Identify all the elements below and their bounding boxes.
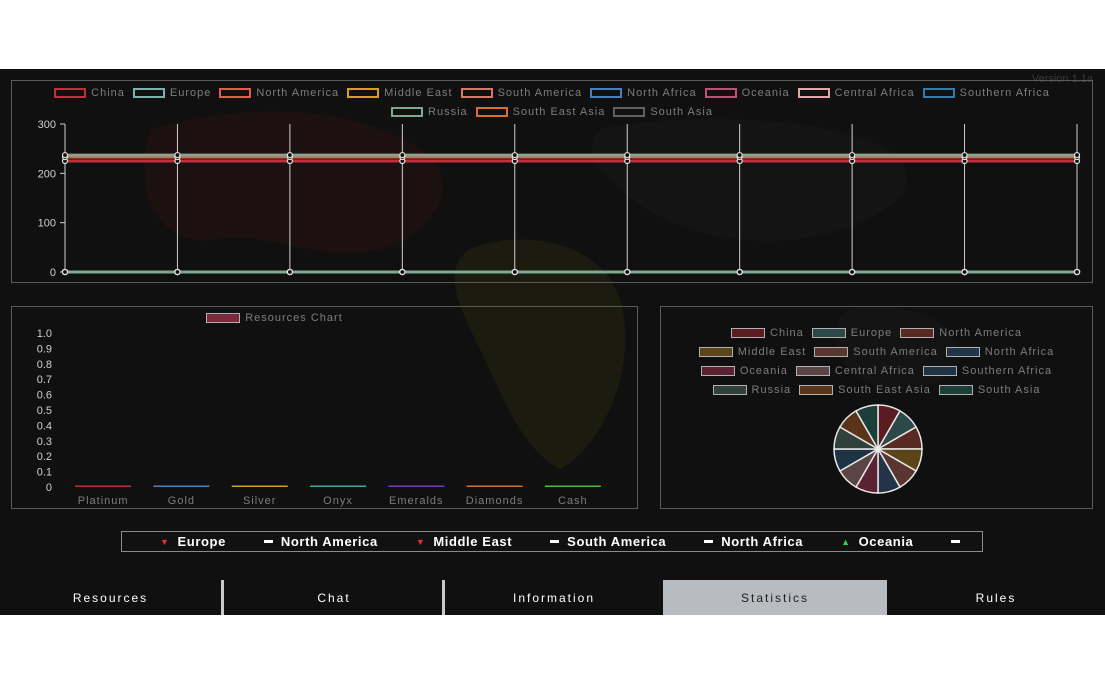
data-point-south-asia — [1073, 268, 1081, 276]
data-point-russia — [961, 151, 968, 159]
bar-silver — [231, 485, 288, 487]
y-tick-label: 0 — [46, 482, 52, 494]
data-point-russia — [511, 151, 518, 159]
bar-platinum — [75, 485, 132, 487]
y-tick-label: 0.7 — [37, 374, 52, 386]
data-point-south-asia — [286, 268, 293, 276]
ticker-item-europe: ▼ Europe — [160, 534, 226, 549]
line-chart: 0 100 200 300 — [38, 119, 1081, 279]
data-point-russia — [399, 151, 406, 159]
bar-cash — [544, 485, 601, 487]
y-tick-label: 100 — [38, 218, 56, 230]
tab-rules[interactable]: Rules — [887, 580, 1105, 615]
trend-flat-icon — [704, 540, 714, 543]
trend-up-icon: ▲ — [841, 536, 851, 547]
data-point-russia — [849, 151, 856, 159]
ticker-label: South America — [567, 534, 667, 549]
y-tick-label: 0 — [50, 267, 56, 279]
category-label: Platinum — [78, 495, 129, 507]
data-point-russia — [286, 151, 293, 159]
ticker-item-south-america: South America — [550, 534, 666, 549]
y-tick-label: 0.8 — [37, 359, 52, 371]
y-tick-label: 0.1 — [37, 467, 52, 479]
tab-statistics[interactable]: Statistics — [663, 580, 887, 615]
ticker-item-middle-east: ▼ Middle East — [416, 534, 512, 549]
line-chart-panel: China Europe North America Middle East South… — [11, 80, 1093, 283]
y-tick-label: 300 — [38, 119, 56, 131]
y-tick-label: 0.5 — [37, 405, 52, 417]
trend-down-icon: ▼ — [415, 536, 426, 547]
trend-flat-icon — [550, 540, 560, 543]
tab-divider — [442, 580, 445, 615]
trend-flat-icon — [263, 540, 273, 543]
pie-chart — [833, 404, 923, 494]
category-label: Gold — [168, 495, 195, 507]
data-point-south-asia — [849, 268, 856, 276]
bar-onyx — [310, 485, 366, 487]
ticker-label: Middle East — [433, 534, 513, 549]
y-tick-label: 0.3 — [37, 436, 52, 448]
ticker-item-blank — [951, 540, 968, 543]
data-point-south-asia — [174, 268, 181, 276]
data-point-russia — [61, 151, 69, 159]
ticker-item-north-africa: North Africa — [704, 534, 803, 549]
tab-chat[interactable]: Chat — [224, 580, 444, 615]
bar-chart-panel: Resources Chart 0 0.1 0.2 0.3 0.4 0.5 0.6 0.7 0.… — [11, 306, 638, 509]
data-point-south-asia — [61, 268, 69, 276]
data-point-russia — [736, 151, 743, 159]
category-label: Onyx — [323, 495, 353, 507]
bar-chart: 0 0.1 0.2 0.3 0.4 0.5 0.6 0.7 0.8 0.9 1.0 Platinum G… — [37, 328, 601, 507]
data-point-south-asia — [511, 268, 518, 276]
bar-emeralds — [388, 485, 445, 487]
ticker-item-north-america: North America — [263, 534, 378, 549]
data-point-south-asia — [624, 268, 631, 276]
tab-divider — [221, 580, 224, 615]
ticker-label: North America — [280, 534, 378, 549]
pie-chart-panel: China Europe North AmericaMiddle East South… — [660, 306, 1093, 509]
data-point-russia — [174, 151, 181, 159]
market-ticker: ▼ Europe North America ▼ Middle East South Am… — [121, 531, 983, 552]
category-label: Emeralds — [389, 495, 443, 507]
y-tick-label: 200 — [38, 168, 56, 180]
data-point-south-asia — [399, 268, 406, 276]
ticker-label: Oceania — [858, 534, 914, 549]
data-point-south-asia — [961, 268, 968, 276]
y-tick-label: 0.2 — [37, 451, 52, 463]
category-label: Cash — [558, 495, 588, 507]
data-point-south-asia — [736, 268, 743, 276]
tab-resources[interactable]: Resources — [0, 580, 221, 615]
y-tick-label: 0.4 — [37, 420, 52, 432]
category-label: Silver — [243, 495, 277, 507]
trend-flat-icon — [951, 540, 961, 543]
data-point-russia — [624, 151, 631, 159]
y-tick-label: 1.0 — [37, 328, 52, 340]
y-tick-label: 0.6 — [37, 390, 52, 402]
ticker-label: North Africa — [721, 534, 804, 549]
bar-gold — [153, 485, 210, 487]
y-tick-label: 0.9 — [37, 343, 52, 355]
ticker-label: Europe — [177, 534, 226, 549]
data-point-russia — [1073, 151, 1081, 159]
ticker-item-oceania: ▲ Oceania — [841, 534, 913, 549]
bar-diamonds — [466, 485, 523, 487]
game-screen: Version 1.1a China Europe North America Mid… — [0, 69, 1105, 615]
bottom-tab-bar: Resources Chat Information Statistics Rules — [0, 580, 1105, 615]
trend-down-icon: ▼ — [160, 536, 170, 547]
tab-information[interactable]: Information — [445, 580, 663, 615]
category-label: Diamonds — [466, 495, 524, 507]
